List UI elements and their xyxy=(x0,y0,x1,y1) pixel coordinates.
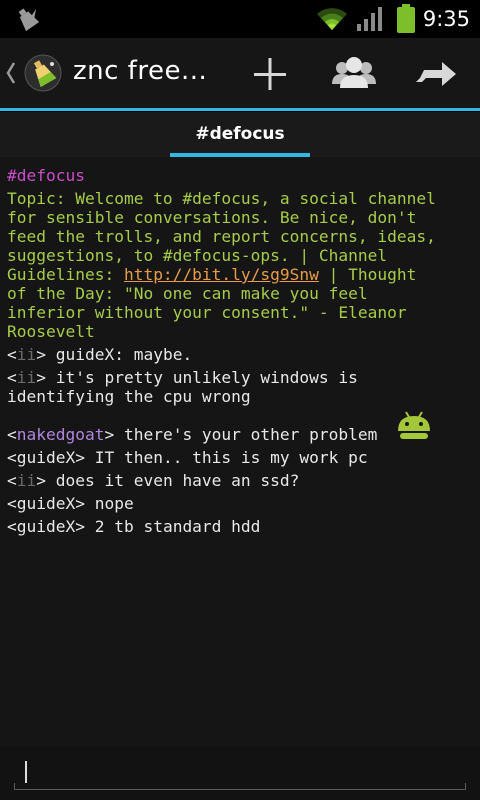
nick[interactable]: ii xyxy=(17,368,37,387)
tab-label: #defocus xyxy=(195,124,285,144)
message-text: does it even have an ssd? xyxy=(46,471,300,490)
topic-line: inferior without your consent." - Eleano… xyxy=(7,303,407,322)
chat-message: <guideX> IT then.. this is my work pc xyxy=(7,448,368,467)
users-button[interactable] xyxy=(324,48,384,100)
app-logo-icon[interactable] xyxy=(24,54,62,92)
topic-link[interactable]: http://bit.ly/sg9Snw xyxy=(124,265,319,284)
topic-text: Guidelines: xyxy=(7,265,124,284)
message-text-continued: identifying the cpu wrong xyxy=(7,387,251,406)
channel-name: #defocus xyxy=(7,166,85,185)
chat-log[interactable]: #defocus Topic: Welcome to #defocus, a s… xyxy=(0,157,480,747)
status-bar: 9:35 xyxy=(0,0,480,38)
message-text: there's your other problem xyxy=(114,425,378,444)
action-bar: znc free... xyxy=(0,38,480,111)
chat-message: <guideX> 2 tb standard hdd xyxy=(7,517,261,536)
topic-line: feed the trolls, and report concerns, id… xyxy=(7,227,436,246)
nick[interactable]: guideX xyxy=(17,494,75,513)
notification-icon xyxy=(18,8,40,32)
nick[interactable]: ii xyxy=(17,471,37,490)
chat-message: <ii> guideX: maybe. xyxy=(7,345,193,364)
forward-button[interactable] xyxy=(406,48,466,100)
message-text: IT then.. this is my work pc xyxy=(84,448,368,467)
topic-line: of the Day: "No one can make you feel xyxy=(7,284,368,303)
text-cursor xyxy=(25,761,27,783)
nick[interactable]: nakedgoat xyxy=(17,425,105,444)
users-icon xyxy=(332,57,376,88)
topic-line: suggestions, to #defocus-ops. | Channel xyxy=(7,246,388,265)
nick[interactable]: guideX xyxy=(17,448,75,467)
input-bar xyxy=(0,747,480,800)
add-button[interactable] xyxy=(240,48,300,100)
message-input-frame xyxy=(14,753,466,789)
message-text: nope xyxy=(84,494,134,513)
message-text: 2 tb standard hdd xyxy=(84,517,261,536)
chat-message: <ii> it's pretty unlikely windows is xyxy=(7,368,358,387)
chat-message: <ii> does it even have an ssd? xyxy=(7,471,300,490)
android-icon xyxy=(398,411,430,439)
nick[interactable]: ii xyxy=(17,345,37,364)
signal-icon xyxy=(357,7,382,31)
tab-strip: #defocus xyxy=(0,111,480,158)
message-text: guideX: maybe. xyxy=(46,345,193,364)
up-chevron-icon[interactable] xyxy=(6,62,16,84)
wifi-icon xyxy=(317,8,347,31)
app-title[interactable]: znc free... xyxy=(73,56,207,86)
topic-line: Roosevelt xyxy=(7,322,95,341)
nick[interactable]: guideX xyxy=(17,517,75,536)
topic-line: Topic: Welcome to #defocus, a social cha… xyxy=(7,189,436,208)
forward-icon xyxy=(416,62,456,86)
topic-line: for sensible conversations. Be nice, don… xyxy=(7,208,417,227)
topic-line-with-link: Guidelines: http://bit.ly/sg9Snw | Thoug… xyxy=(7,265,473,284)
chat-message: <guideX> nope xyxy=(7,494,134,513)
message-text: it's pretty unlikely windows is xyxy=(46,368,358,387)
status-clock: 9:35 xyxy=(422,7,470,31)
topic-text: | Thought xyxy=(318,265,417,284)
tab-defocus[interactable]: #defocus xyxy=(170,112,310,158)
add-icon xyxy=(254,58,286,90)
battery-icon xyxy=(397,4,415,33)
